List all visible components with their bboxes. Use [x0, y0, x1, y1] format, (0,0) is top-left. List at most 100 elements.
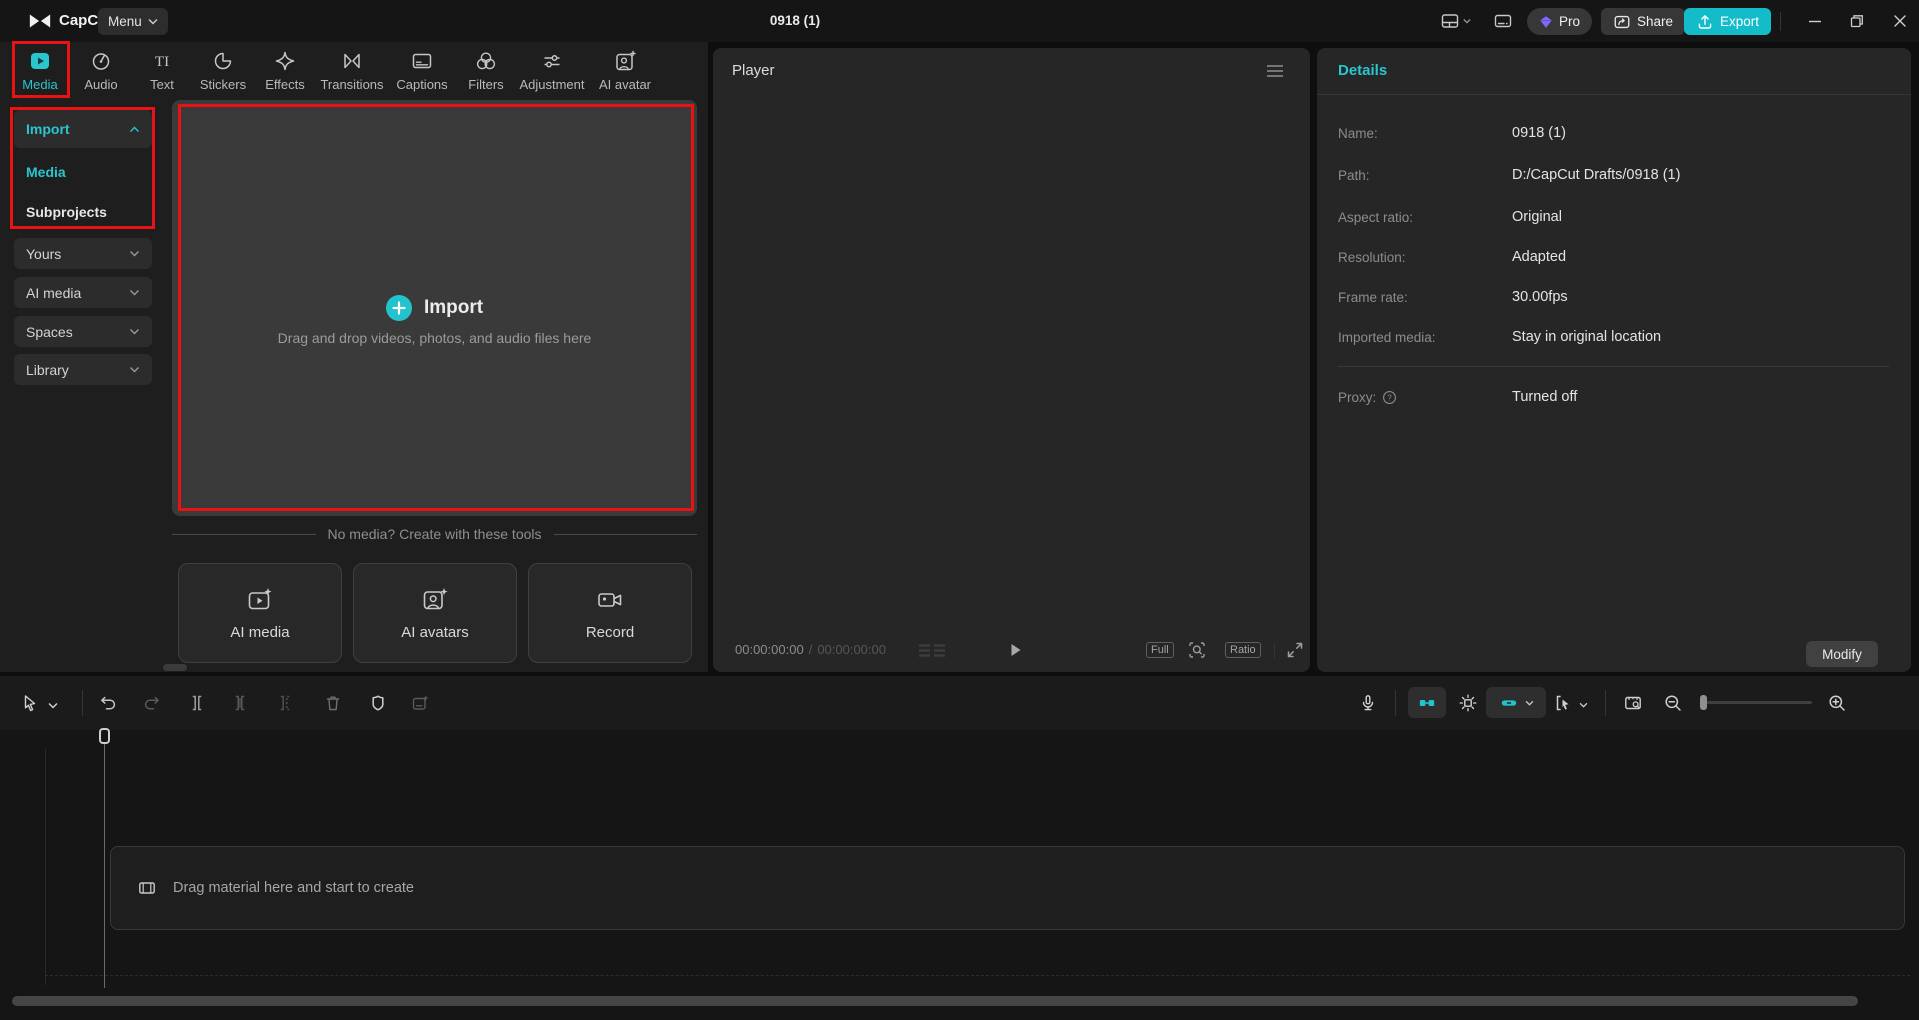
- sidebar-item-subprojects[interactable]: Subprojects: [14, 197, 152, 227]
- pro-label: Pro: [1559, 14, 1581, 29]
- delete-button[interactable]: [323, 693, 343, 713]
- timeline-drop-zone[interactable]: Drag material here and start to create: [110, 846, 1905, 930]
- sidebar-item-media[interactable]: Media: [14, 157, 152, 187]
- minimize-button[interactable]: [1805, 11, 1825, 31]
- detail-value: D:/CapCut Drafts/0918 (1): [1512, 167, 1681, 183]
- focus-zoom-icon[interactable]: [1187, 640, 1207, 660]
- ai-avatars-card[interactable]: AI avatars: [353, 563, 517, 663]
- adjustment-tab-icon: [541, 50, 563, 72]
- delete-left-button[interactable]: [230, 693, 250, 713]
- tools-divider: No media? Create with these tools: [172, 526, 697, 542]
- detail-value: Adapted: [1512, 249, 1567, 265]
- proxy-label-row: Proxy: ?: [1338, 390, 1397, 405]
- chevron-down-icon: [129, 366, 140, 373]
- ratio-button[interactable]: Ratio: [1225, 642, 1261, 658]
- record-icon: [596, 586, 624, 614]
- restore-button[interactable]: [1847, 11, 1867, 31]
- full-button[interactable]: Full: [1146, 642, 1174, 658]
- player-controls-divider: [1274, 644, 1275, 658]
- shortcuts-button[interactable]: [1493, 11, 1513, 31]
- chevron-down-icon: [1463, 18, 1471, 24]
- timeline-area: Drag material here and start to create: [0, 730, 1919, 1020]
- auto-link-button[interactable]: [1486, 687, 1546, 718]
- main-track-snap-button[interactable]: [1458, 693, 1478, 713]
- divider-line: [172, 533, 316, 535]
- tab-adjustment[interactable]: Adjustment: [517, 50, 587, 92]
- current-time: 00:00:00:00: [735, 642, 804, 657]
- export-button[interactable]: Export: [1684, 8, 1772, 35]
- playhead-line: [104, 744, 105, 988]
- tab-transitions[interactable]: Transitions: [317, 50, 387, 92]
- detail-label: Path:: [1338, 168, 1370, 183]
- timeline-bottom-guide: [45, 975, 1910, 976]
- detail-value: 0918 (1): [1512, 125, 1567, 141]
- sidebar-item-library[interactable]: Library: [14, 354, 152, 385]
- tab-captions[interactable]: Captions: [387, 50, 457, 92]
- share-label: Share: [1637, 14, 1674, 29]
- help-icon[interactable]: ?: [1382, 390, 1397, 405]
- playhead-handle[interactable]: [99, 728, 110, 744]
- chevron-down-icon: [129, 289, 140, 296]
- drop-hint: Drag and drop videos, photos, and audio …: [277, 330, 592, 346]
- play-button[interactable]: [1005, 640, 1025, 660]
- mask-button[interactable]: [368, 693, 388, 713]
- import-label: Import: [26, 121, 70, 137]
- track-select-button[interactable]: [1552, 693, 1588, 713]
- zoom-out-button[interactable]: [1663, 693, 1683, 713]
- frame-list-icon[interactable]: [917, 643, 947, 659]
- detail-label: Resolution:: [1338, 250, 1406, 265]
- tab-media[interactable]: Media: [5, 50, 75, 92]
- sidebar-item-spaces[interactable]: Spaces: [14, 316, 152, 347]
- auto-captions-button[interactable]: [410, 693, 430, 713]
- timeline-zoom-slider[interactable]: [1700, 695, 1812, 710]
- captions-tab-icon: [411, 50, 433, 72]
- tab-ai-avatar[interactable]: AI avatar: [590, 50, 660, 92]
- share-button[interactable]: Share: [1601, 8, 1686, 35]
- timeline-h-scrollbar[interactable]: [12, 996, 1858, 1006]
- close-button[interactable]: [1890, 11, 1910, 31]
- detail-label: Imported media:: [1338, 330, 1436, 345]
- slider-handle[interactable]: [1700, 695, 1707, 710]
- divider-line: [553, 533, 697, 535]
- pro-diamond-icon: [1539, 15, 1553, 29]
- export-icon: [1696, 13, 1714, 31]
- split-button[interactable]: [187, 693, 207, 713]
- ai-media-card[interactable]: AI media: [178, 563, 342, 663]
- layout-switch-button[interactable]: [1440, 11, 1471, 31]
- record-card[interactable]: Record: [528, 563, 692, 663]
- tab-text[interactable]: TI Text: [127, 50, 197, 92]
- transitions-tab-icon: [341, 50, 363, 72]
- player-timecode: 00:00:00:00 / 00:00:00:00: [735, 642, 886, 657]
- fullscreen-icon[interactable]: [1285, 640, 1305, 660]
- tab-filters[interactable]: Filters: [451, 50, 521, 92]
- pro-badge[interactable]: Pro: [1527, 8, 1593, 35]
- select-tool-button[interactable]: [20, 693, 58, 713]
- svg-text:?: ?: [1388, 393, 1393, 402]
- delete-right-button[interactable]: [275, 693, 295, 713]
- zoom-in-button[interactable]: [1827, 693, 1847, 713]
- preview-axis-button[interactable]: [1623, 693, 1643, 713]
- magnetic-button[interactable]: [1408, 687, 1446, 718]
- tab-audio[interactable]: Audio: [66, 50, 136, 92]
- chevron-down-icon: [148, 18, 158, 25]
- sidebar-item-yours[interactable]: Yours: [14, 238, 152, 269]
- sidebar-item-import[interactable]: Import: [14, 110, 152, 148]
- import-drop-area[interactable]: Import Drag and drop videos, photos, and…: [172, 100, 697, 516]
- redo-button[interactable]: [142, 693, 162, 713]
- topbar-divider: [1780, 12, 1781, 31]
- media-panel-scrollbar[interactable]: [163, 664, 187, 671]
- chevron-down-icon: [129, 250, 140, 257]
- detail-label: Aspect ratio:: [1338, 210, 1414, 225]
- undo-button[interactable]: [98, 693, 118, 713]
- chevron-down-icon: [48, 702, 58, 709]
- tab-stickers[interactable]: Stickers: [188, 50, 258, 92]
- player-menu-icon[interactable]: [1266, 64, 1284, 78]
- modify-button[interactable]: Modify: [1806, 641, 1878, 667]
- tools-divider-label: No media? Create with these tools: [327, 526, 542, 542]
- sidebar-item-ai-media[interactable]: AI media: [14, 277, 152, 308]
- tab-effects[interactable]: Effects: [250, 50, 320, 92]
- menu-label: Menu: [108, 14, 142, 29]
- link-icon: [1499, 693, 1519, 713]
- record-voiceover-button[interactable]: [1358, 693, 1378, 713]
- menu-button[interactable]: Menu: [98, 8, 168, 35]
